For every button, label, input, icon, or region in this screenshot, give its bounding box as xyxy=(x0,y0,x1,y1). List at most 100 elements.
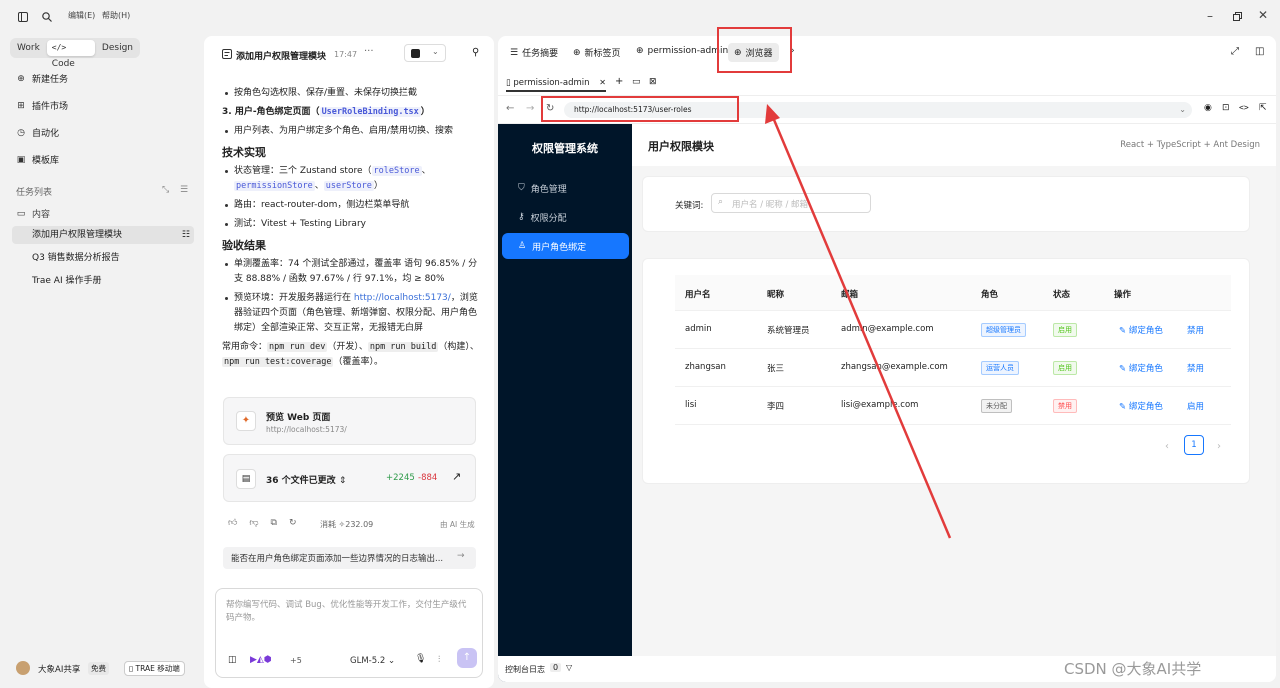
menu-edit[interactable]: 编辑(E) xyxy=(68,10,95,21)
files-changed-card[interactable]: ▤ 36 个文件已更改 ⇕ +2245 -884 ↗ xyxy=(223,454,476,502)
tech-title: 技术实现 xyxy=(222,146,266,159)
tab-close-icon[interactable]: ✕ xyxy=(599,74,606,92)
collapse-icon[interactable]: ⤡ xyxy=(162,185,169,195)
nav-plugin-market[interactable]: ⊞ 插件市场 xyxy=(16,99,68,113)
page-next-icon[interactable]: › xyxy=(1217,441,1221,452)
copy-icon[interactable]: ⧉ xyxy=(271,518,277,528)
new-tab-icon[interactable]: + xyxy=(615,76,623,87)
bind-role-button[interactable]: ✎ 绑定角色 xyxy=(1119,362,1163,374)
browser-tab[interactable]: ▯ permission-admin ✕ xyxy=(506,74,606,92)
task-item-permission[interactable]: 添加用户权限管理模块 ☷ xyxy=(12,226,194,244)
task-menu-icon[interactable]: ☷ xyxy=(182,226,190,244)
cursor-icon[interactable]: ⇱ xyxy=(1259,103,1267,113)
page-1-button[interactable]: 1 xyxy=(1184,435,1204,455)
minimize-icon[interactable]: – xyxy=(1207,9,1213,23)
mode-code-label: Code xyxy=(51,59,75,69)
mode-design[interactable]: Design xyxy=(97,40,138,56)
task-item-sales[interactable]: Q3 销售数据分析报告 xyxy=(12,249,194,267)
suggestion-chip[interactable]: 能否在用户角色绑定页面添加一些边界情况的日志输出... → xyxy=(223,547,476,569)
tools-icon[interactable]: ▶◭⬢ xyxy=(250,655,272,665)
mode-code[interactable]: </> Code xyxy=(46,40,95,69)
toggle-status-button[interactable]: 启用 xyxy=(1187,400,1204,412)
restore-icon[interactable] xyxy=(1233,12,1242,23)
open-external-icon[interactable]: ↗ xyxy=(452,470,461,483)
tab-list-icon[interactable]: ▭ xyxy=(632,77,641,87)
filter-icon[interactable]: ☰ xyxy=(180,185,188,195)
browser-tab-label: permission-admin xyxy=(513,78,590,88)
menu-permission-assign[interactable]: ⚷ 权限分配 xyxy=(502,204,629,230)
filter-icon[interactable]: ▽ xyxy=(566,663,572,672)
search-input[interactable]: ⌕ 用户名 / 昵称 / 邮箱 xyxy=(711,193,871,213)
voice-wave-icon[interactable]: ⫶ xyxy=(438,655,440,665)
template-icon: ▣ xyxy=(16,154,26,165)
close-icon[interactable]: ✕ xyxy=(1258,8,1268,22)
bind-role-button[interactable]: ✎ 绑定角色 xyxy=(1119,400,1163,412)
browser-tab-row: ▯ permission-admin ✕ + ▭ ⊠ xyxy=(498,70,1276,96)
console-label[interactable]: 控制台日志 xyxy=(505,664,545,675)
nav-label: 自动化 xyxy=(32,129,60,139)
pin-icon[interactable]: ⚲ xyxy=(472,47,479,58)
chat-input-placeholder[interactable]: 帮你编写代码、调试 Bug、优化性能等开发工作，交付生产级代码产物。 xyxy=(226,599,472,625)
toggle-status-button[interactable]: 禁用 xyxy=(1187,324,1204,336)
folder-content[interactable]: ▭ 内容 xyxy=(16,207,50,221)
suggestion-text: 能否在用户角色绑定页面添加一些边界情况的日志输出... xyxy=(231,554,444,564)
cmd-build: npm run build xyxy=(367,342,439,352)
task-item-manual[interactable]: Trae AI 操作手册 xyxy=(12,272,194,290)
send-button[interactable]: ↑ xyxy=(457,648,477,668)
nav-templates[interactable]: ▣ 模板库 xyxy=(16,153,60,167)
split-view-icon[interactable]: ◫ xyxy=(1255,46,1264,57)
chat-input-box[interactable]: 帮你编写代码、调试 Bug、优化性能等开发工作，交付生产级代码产物。 ◫ ▶◭⬢… xyxy=(215,588,483,678)
refresh-icon[interactable]: ↻ xyxy=(289,518,297,528)
mode-work[interactable]: Work xyxy=(12,40,45,56)
toggle-status-button[interactable]: 禁用 xyxy=(1187,362,1204,374)
more-icon[interactable]: ··· xyxy=(364,46,374,57)
cell-email: zhangsan@example.com xyxy=(841,362,948,372)
search-icon[interactable] xyxy=(42,12,52,22)
search-icon: ⌕ xyxy=(718,197,724,207)
chevron-down-icon: ⌄ xyxy=(387,656,396,666)
avatar[interactable] xyxy=(16,661,30,675)
nav-label: 模板库 xyxy=(32,156,60,166)
attach-icon[interactable]: ◫ xyxy=(228,655,237,665)
lines-added: +2245 xyxy=(386,473,415,483)
bullet-text: 按角色勾选权限、保存/重置、未保存切换拦截 xyxy=(224,86,480,101)
thumb-up-icon[interactable]: 👍︎ xyxy=(228,518,237,528)
devtools-icon[interactable]: ⊠ xyxy=(649,77,657,87)
forward-icon[interactable]: → xyxy=(526,103,534,114)
code-icon[interactable]: <> xyxy=(1239,103,1249,112)
bind-role-button[interactable]: ✎ 绑定角色 xyxy=(1119,324,1163,336)
bind-role-label: 绑定角色 xyxy=(1128,402,1163,412)
menu-user-role-binding[interactable]: ♙ 用户角色绑定 xyxy=(502,233,629,259)
menu-label: 用户角色绑定 xyxy=(532,242,587,253)
page-icon: ▯ xyxy=(506,78,511,88)
table-card: 用户名 昵称 邮箱 角色 状态 操作 admin 系统管理员 admin@examp… xyxy=(642,258,1250,484)
preview-card-title: 预览 Web 页面 xyxy=(266,413,331,423)
globe-icon: ⊕ xyxy=(636,46,644,56)
back-icon[interactable]: ← xyxy=(506,103,514,114)
sidebar-toggle-icon[interactable] xyxy=(18,12,28,22)
preview-link[interactable]: http://localhost:5173/ xyxy=(354,293,451,303)
role-tag: 运营人员 xyxy=(981,361,1019,375)
model-label: GLM-5.2 xyxy=(350,656,386,666)
preview-web-card[interactable]: ✦ 预览 Web 页面 http://localhost:5173/ xyxy=(223,397,476,445)
tab-summary[interactable]: ☰ 任务摘要 xyxy=(510,46,558,60)
col-username: 用户名 xyxy=(685,290,711,300)
app-main: 用户权限模块 React + TypeScript + Ant Design 关… xyxy=(632,124,1276,656)
edit-icon: ✎ xyxy=(1119,364,1129,374)
thumb-down-icon[interactable]: 👎︎ xyxy=(249,518,258,528)
trae-mobile-button[interactable]: ▯ TRAE 移动端 xyxy=(124,661,185,676)
menu-role-management[interactable]: ⛉ 角色管理 xyxy=(502,175,629,201)
ide-selector[interactable]: ⌄ xyxy=(404,44,446,62)
camera-icon[interactable]: ◉ xyxy=(1204,103,1212,113)
menu-help[interactable]: 帮助(H) xyxy=(102,10,130,21)
nav-new-task[interactable]: ⊕ 新建任务 xyxy=(16,72,68,86)
screenshot-icon[interactable]: ⊡ xyxy=(1222,103,1230,113)
model-selector[interactable]: GLM-5.2 ⌄ xyxy=(350,656,395,666)
page-prev-icon[interactable]: ‹ xyxy=(1165,441,1169,452)
nav-automation[interactable]: ◷ 自动化 xyxy=(16,126,60,140)
mic-icon[interactable]: 🎙︎ xyxy=(415,654,426,664)
expand-icon[interactable]: ⤢ xyxy=(1231,46,1239,57)
tab-new-page[interactable]: ⊕ 新标签页 xyxy=(573,46,621,60)
panel-tabbar: ☰ 任务摘要 ⊕ 新标签页 ⊕ permission-admin ⊕ 浏览器 › ⤢ ◫ xyxy=(498,36,1276,70)
tab-permission-admin[interactable]: ⊕ permission-admin xyxy=(636,46,728,56)
